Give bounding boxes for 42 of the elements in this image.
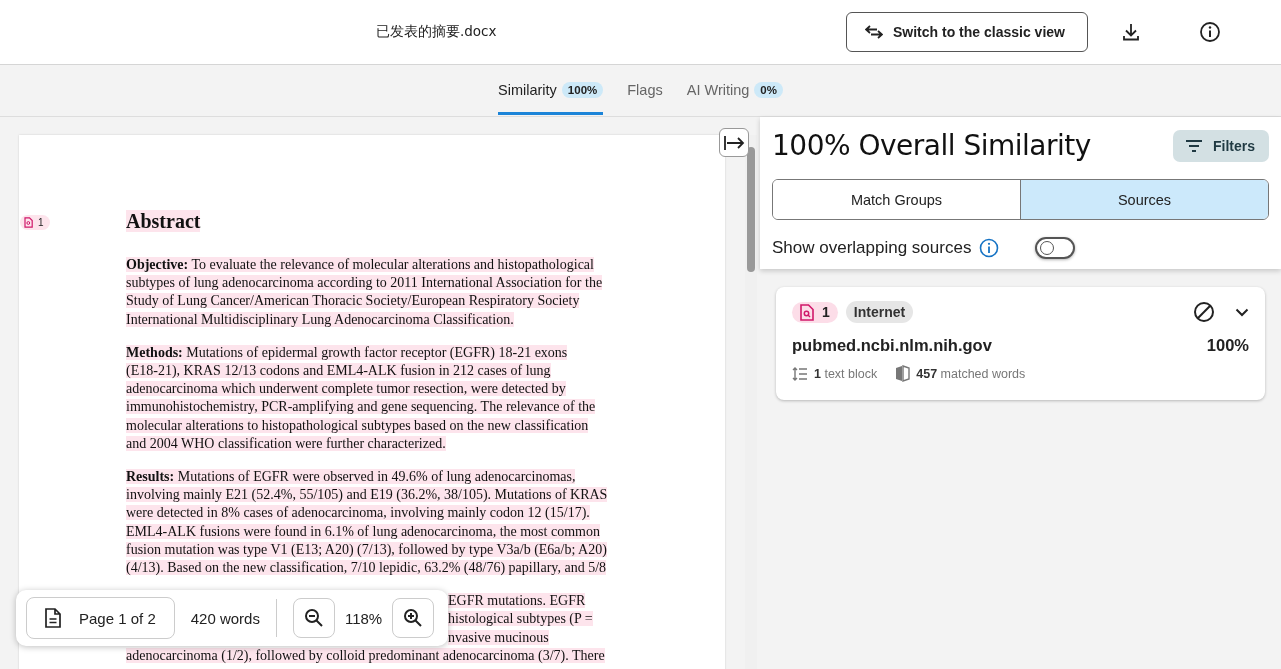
toggle-label: Show overlapping sources	[772, 238, 972, 258]
zoom-in-icon	[403, 608, 424, 628]
line-spacing-icon	[792, 366, 808, 381]
collapse-panel-button[interactable]	[719, 128, 749, 157]
filter-icon	[1185, 138, 1203, 153]
percent-badge: 0%	[754, 81, 783, 98]
match-marker[interactable]: 1	[20, 215, 50, 230]
book-icon	[895, 365, 911, 382]
matched-words-count: 457 matched words	[916, 366, 1026, 381]
zoom-out-button[interactable]	[292, 598, 335, 638]
source-title[interactable]: pubmed.ncbi.nlm.nih.gov	[792, 336, 992, 355]
exclude-icon[interactable]	[1193, 301, 1215, 323]
zoom-in-button[interactable]	[392, 598, 435, 638]
document-icon	[45, 608, 61, 628]
word-count: 420 words	[190, 609, 260, 627]
paragraph: Results: Mutations of EGFR were observed in 49.6% of lung adenocarcinomas, involving mainly E21 (52.4%, 55/105) and E19 (36.2%, 38/105). Mutations of KRAS were detected in 8% cases of adenocarcinoma, involving mainly codon 12 (15/17). EML4-ALK fusions were found in 6.1% of lung adenocarcinoma, the most common fusion mutation was type V1 (E13; A20) (7/13), followed by type V3a/b (E6a/b; A20) (4/13). Based on the new classification, 7/10 lepidic, 63.2% (48/76) papillary, and 5/8	[126, 468, 609, 578]
toggle-switch[interactable]	[1035, 237, 1076, 259]
source-card[interactable]: 1 Internet pubmed.ncbi.nlm.nih.gov 100% 1 text block 457 matched words	[776, 287, 1265, 400]
swap-arrows-icon	[865, 25, 883, 39]
switch-view-button[interactable]: Switch to the classic view	[846, 12, 1088, 52]
page-button[interactable]: Page 1 of 2	[26, 597, 175, 639]
scrollbar-thumb[interactable]	[747, 147, 755, 272]
source-number-badge: 1	[792, 301, 838, 323]
zoom-level: 118%	[344, 609, 383, 627]
filters-button[interactable]: Filters	[1173, 129, 1269, 162]
zoom-out-icon	[303, 608, 324, 628]
paragraph: Objective: To evaluate the relevance of molecular alterations and histopathological subtypes of lung adenocarcinoma according to 2011 International Association for the Study of Lung Cancer/American Thoracic Society/European Respiratory Society International Multidisciplinary Lung Adenocarcinoma Classification.	[126, 256, 604, 329]
source-percent: 100%	[1206, 336, 1249, 355]
paragraph: Methods: Mutations of epidermal growth factor receptor (EGFR) 18-21 exons (E18-21), KRAS 12/13 codons and EML4-ALK fusion in 212 cases of lung adenocarcinoma which underwent complete tumor resection, were detected by immunohistochemistry, PCR-amplifying and gene sequencing. The relevance of the molecular alterations to histopathological subtypes based on the new classification and 2004 WHO classification were further characterized.	[126, 343, 597, 453]
document-search-icon	[24, 217, 33, 228]
document-heading: Abstract	[126, 210, 201, 232]
percent-badge: 100%	[561, 81, 604, 98]
chevron-down-icon[interactable]	[1235, 307, 1249, 317]
text-block-count: 1 text block	[814, 366, 878, 381]
tab[interactable]: AI Writing 0%	[686, 65, 783, 115]
document-search-icon	[800, 303, 814, 321]
similarity-title: 100% Overall Similarity	[772, 129, 1091, 162]
tab[interactable]: Flags	[627, 65, 663, 115]
file-name: 已发表的摘要.docx	[376, 23, 497, 41]
segment-tab[interactable]: Sources	[1020, 180, 1268, 219]
arrow-to-bar-icon	[723, 134, 745, 151]
source-type-tag: Internet	[845, 301, 914, 323]
